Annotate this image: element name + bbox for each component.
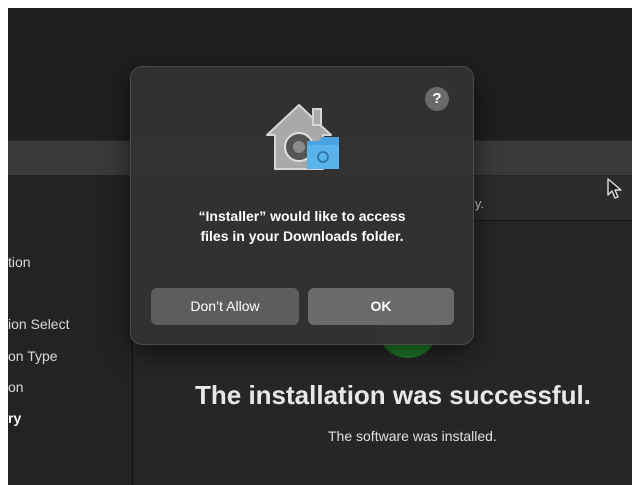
sidebar-item-installation: on xyxy=(8,379,24,395)
success-title: The installation was successful. xyxy=(195,380,591,410)
sidebar-item-installation-type: on Type xyxy=(8,348,58,364)
sidebar-item-destination-select: ion Select xyxy=(8,316,70,332)
mouse-cursor-icon xyxy=(607,178,622,199)
dialog-message-line1: “Installer” would like to access xyxy=(198,208,406,224)
permission-dialog: ? “Installer” would like to access files… xyxy=(130,66,474,345)
dialog-message: “Installer” would like to access files i… xyxy=(151,206,453,246)
success-subtitle: The software was installed. xyxy=(328,428,497,444)
dialog-message-line2: files in your Downloads folder. xyxy=(200,228,404,244)
help-button[interactable]: ? xyxy=(425,87,449,111)
house-folder-icon xyxy=(266,104,339,170)
sidebar-item-summary: ry xyxy=(8,410,22,426)
screen: tion ion Select on Type on ry ly. The in… xyxy=(0,0,632,485)
installer-sidebar: tion ion Select on Type on ry xyxy=(8,175,133,485)
dont-allow-button[interactable]: Don’t Allow xyxy=(151,288,299,325)
sidebar-item-introduction: tion xyxy=(8,254,31,270)
ok-button[interactable]: OK xyxy=(308,288,454,325)
